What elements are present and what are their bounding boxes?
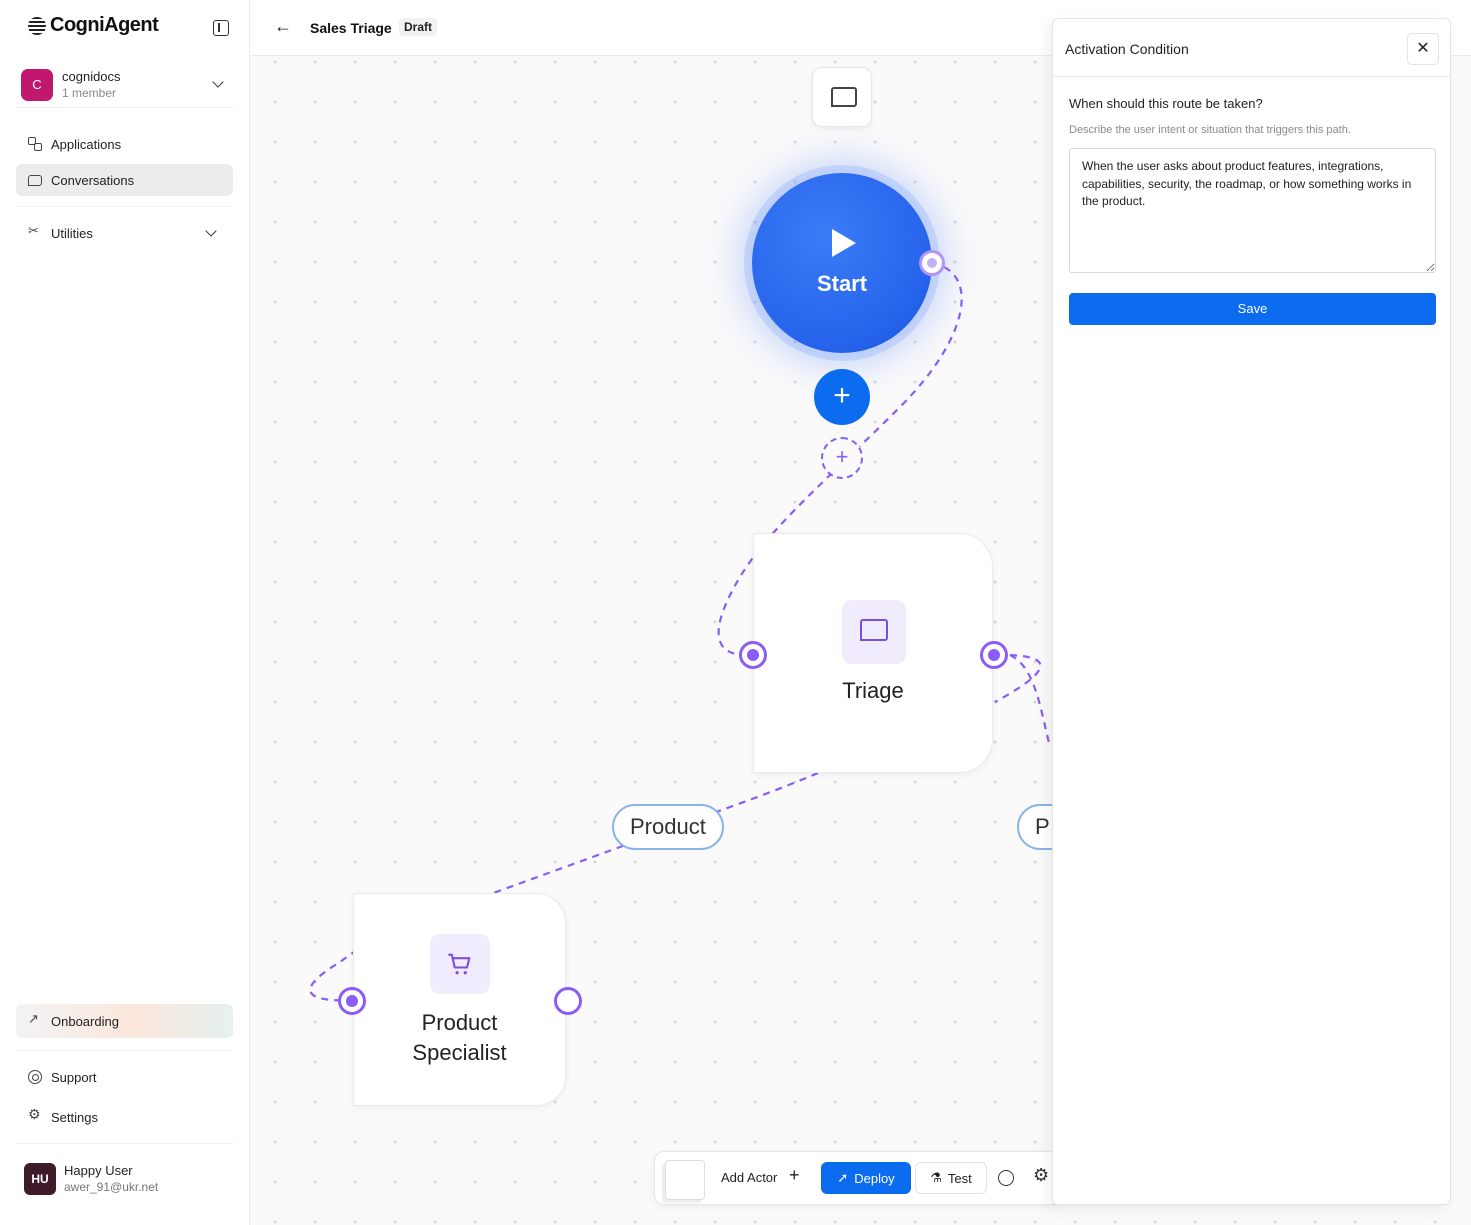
activation-condition-panel: Activation Condition ✕ When should this …: [1052, 18, 1451, 1205]
panel-title: Activation Condition: [1065, 41, 1189, 57]
sidebar-item-settings[interactable]: Settings: [16, 1101, 233, 1133]
specialist-input-handle[interactable]: [338, 987, 366, 1015]
logo-text: CogniAgent: [50, 14, 159, 36]
route-label-product[interactable]: Product: [612, 804, 724, 850]
save-button[interactable]: Save: [1069, 293, 1436, 325]
sidebar-item-conversations[interactable]: Conversations: [16, 164, 233, 196]
sidebar-item-utilities[interactable]: Utilities: [16, 217, 233, 249]
triage-icon-tile: [842, 600, 906, 664]
status-badge: Draft: [399, 18, 438, 36]
sidebar-divider: [16, 1143, 233, 1144]
start-label: Start: [816, 271, 868, 296]
applications-icon: [28, 137, 42, 151]
node-label: Product Specialist: [412, 1010, 507, 1065]
utilities-icon: [28, 223, 42, 240]
add-actor-label[interactable]: Add Actor: [721, 1170, 777, 1185]
deploy-button[interactable]: ➚ Deploy: [821, 1162, 911, 1194]
condition-help: Describe the user intent or situation th…: [1069, 124, 1351, 136]
condition-label: When should this route be taken?: [1069, 96, 1263, 111]
edge-triage-out-2: [1009, 654, 1052, 748]
org-name: cognidocs: [62, 68, 121, 84]
sidebar-item-applications[interactable]: Applications: [16, 128, 233, 160]
canvas-toolbar: Add Actor + ➚ Deploy ⚗ Test ⚙: [654, 1151, 1064, 1205]
sidebar-item-label: Conversations: [51, 172, 135, 188]
sidebar-item-onboarding[interactable]: Onboarding: [16, 1004, 233, 1038]
message-node[interactable]: [812, 67, 872, 127]
specialist-output-handle[interactable]: [554, 987, 582, 1015]
product-specialist-node[interactable]: Product Specialist: [353, 893, 566, 1106]
sidebar-collapse-icon[interactable]: [213, 20, 229, 36]
sidebar-item-label: Utilities: [51, 225, 93, 241]
node-label: Triage: [842, 678, 904, 703]
document-icon[interactable]: [665, 1160, 705, 1200]
rocket-icon: ➚: [837, 1170, 849, 1185]
sidebar-item-support[interactable]: Support: [16, 1061, 233, 1093]
plus-icon[interactable]: +: [789, 1165, 800, 1186]
flask-icon: ⚗: [930, 1170, 942, 1185]
sidebar-item-label: Applications: [51, 136, 122, 152]
message-icon: [860, 619, 888, 641]
start-node[interactable]: Start: [752, 173, 932, 353]
gear-icon: [28, 1106, 42, 1124]
panel-divider: [1053, 76, 1450, 77]
add-edge-node-button[interactable]: +: [821, 437, 863, 479]
sidebar: CogniAgent C cognidocs 1 member Applicat…: [0, 0, 250, 1225]
test-label: Test: [947, 1170, 972, 1186]
trend-icon: [28, 1011, 42, 1028]
user-email: awer_91@ukr.net: [64, 1180, 159, 1194]
back-arrow-icon[interactable]: ←: [274, 16, 292, 37]
deploy-label: Deploy: [854, 1170, 895, 1186]
gear-icon[interactable]: ⚙: [1033, 1165, 1049, 1186]
message-icon: [28, 174, 42, 186]
user-name: Happy User: [64, 1163, 133, 1178]
logo[interactable]: CogniAgent: [28, 14, 159, 37]
start-output-handle[interactable]: [919, 250, 945, 276]
specialist-icon-tile: [430, 934, 490, 994]
chevron-down-icon: [205, 225, 217, 237]
sidebar-item-label: Onboarding: [51, 1013, 119, 1029]
sidebar-item-label: Settings: [51, 1109, 98, 1125]
org-avatar: C: [21, 68, 53, 101]
chevron-down-icon: [212, 76, 224, 88]
org-switcher[interactable]: C cognidocs 1 member: [16, 62, 234, 108]
sidebar-divider: [16, 1050, 233, 1051]
page-title: Sales Triage: [310, 20, 392, 36]
chat-icon[interactable]: [998, 1170, 1014, 1186]
condition-textarea[interactable]: When the user asks about product feature…: [1069, 148, 1436, 273]
test-button[interactable]: ⚗ Test: [915, 1162, 987, 1194]
add-node-button[interactable]: +: [814, 369, 870, 425]
close-icon[interactable]: ✕: [1407, 33, 1439, 65]
avatar: HU: [24, 1163, 56, 1195]
logo-mark-icon: [28, 16, 46, 35]
triage-node[interactable]: Triage: [753, 533, 993, 773]
message-icon: [831, 87, 857, 107]
play-icon: [832, 229, 856, 257]
sidebar-item-label: Support: [51, 1069, 97, 1085]
lifebuoy-icon: [28, 1070, 42, 1084]
triage-input-handle[interactable]: [739, 641, 767, 669]
cart-icon: [448, 953, 471, 975]
org-members: 1 member: [62, 85, 117, 100]
triage-output-handle[interactable]: [980, 641, 1008, 669]
user-menu[interactable]: HU Happy User awer_91@ukr.net: [16, 1154, 234, 1204]
sidebar-divider: [16, 206, 233, 207]
